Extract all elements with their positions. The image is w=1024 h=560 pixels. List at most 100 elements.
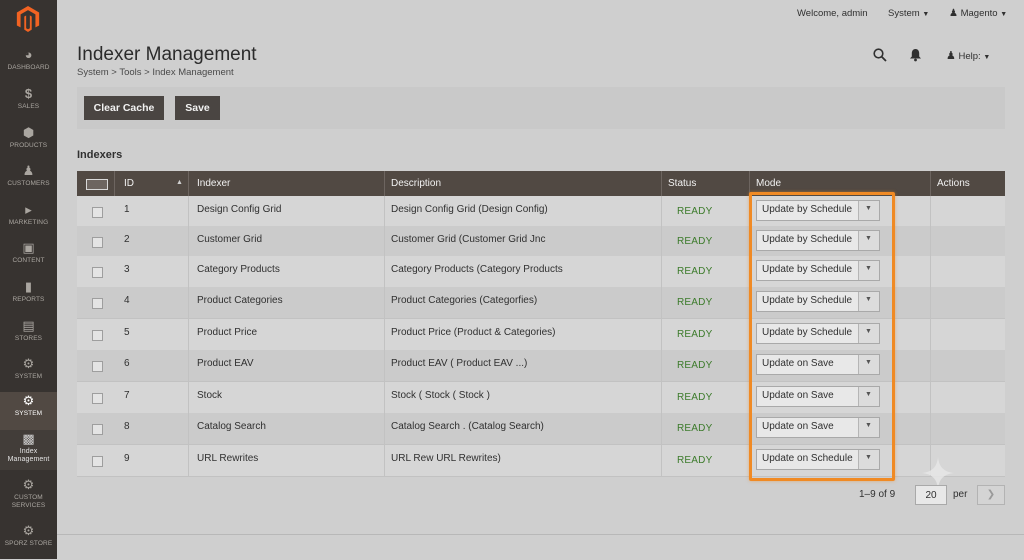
megaphone-icon: ▸ xyxy=(25,202,32,217)
row-id: 8 xyxy=(124,421,130,432)
user-menu[interactable]: ♟ Magento ▼ xyxy=(949,8,1007,19)
row-id: 2 xyxy=(124,234,130,245)
column-header-id[interactable]: ID xyxy=(124,171,134,196)
row-id: 7 xyxy=(124,390,130,401)
person-icon: ♟ xyxy=(22,163,35,178)
status-badge: READY xyxy=(677,423,713,434)
column-header-actions: Actions xyxy=(937,178,970,189)
row-checkbox[interactable] xyxy=(92,330,103,341)
mass-select-icon[interactable] xyxy=(86,179,108,190)
row-indexer: Product Price xyxy=(197,327,258,338)
next-page-button[interactable]: ❯ xyxy=(977,485,1005,505)
nav-custom-services[interactable]: ⚙ CUSTOM SERVICES xyxy=(0,476,57,516)
nav-index-management[interactable]: ▩ Index Management xyxy=(0,430,57,470)
row-description: Product EAV ( Product EAV ...) xyxy=(391,358,528,369)
status-badge: READY xyxy=(677,392,713,403)
column-header-indexer[interactable]: Indexer xyxy=(197,171,230,196)
status-badge: READY xyxy=(677,360,713,371)
index-icon: ▩ xyxy=(22,431,35,446)
per-page-input[interactable]: 20 xyxy=(915,485,947,505)
nav-content[interactable]: ▣ CONTENT xyxy=(0,239,57,277)
user-icon: ♟ xyxy=(949,8,958,19)
row-indexer: Product EAV xyxy=(197,358,254,369)
row-id: 3 xyxy=(124,264,130,275)
row-indexer: Category Products xyxy=(197,264,280,275)
row-indexer: Stock xyxy=(197,390,223,401)
nav-system-active[interactable]: ⚙ SYSTEM xyxy=(0,392,57,430)
system-menu[interactable]: System ▼ xyxy=(888,8,929,19)
row-description: URL Rew URL Rewrites) xyxy=(391,453,501,464)
dashboard-icon: ◕ xyxy=(24,47,33,62)
column-header-description[interactable]: Description xyxy=(391,171,441,196)
row-checkbox[interactable] xyxy=(92,393,103,404)
row-indexer: Customer Grid xyxy=(197,234,263,245)
save-button[interactable]: Save xyxy=(175,96,220,120)
gear-icon: ⚙ xyxy=(22,477,35,492)
row-checkbox[interactable] xyxy=(92,298,103,309)
nav-system[interactable]: ⚙ SYSTEM xyxy=(0,355,57,393)
row-checkbox[interactable] xyxy=(92,267,103,278)
bell-icon[interactable] xyxy=(909,48,922,62)
status-badge: READY xyxy=(677,329,713,340)
user-icon: ♟ xyxy=(946,50,956,62)
help-menu[interactable]: ♟ Help: ▼ xyxy=(946,49,990,62)
pager-range: 1–9 of 9 xyxy=(859,489,896,500)
nav-stores[interactable]: ▤ STORES xyxy=(0,317,57,355)
row-description: Stock ( Stock ( Stock ) xyxy=(391,390,490,401)
row-description: Customer Grid (Customer Grid Jnc xyxy=(391,234,546,245)
row-checkbox[interactable] xyxy=(92,361,103,372)
status-badge: READY xyxy=(677,236,713,247)
cube-icon: ⬢ xyxy=(22,125,35,140)
clear-cache-button[interactable]: Clear Cache xyxy=(84,96,164,120)
nav-sales[interactable]: $ SALES xyxy=(0,85,57,123)
store-icon: ▤ xyxy=(22,318,35,333)
bar-chart-icon: ▮ xyxy=(24,279,33,294)
welcome-text: Welcome, admin xyxy=(797,8,868,19)
gear-icon: ⚙ xyxy=(22,523,35,538)
status-badge: READY xyxy=(677,455,713,466)
indexers-section-title: Indexers xyxy=(77,149,123,161)
top-bar: Welcome, admin System ▼ ♟ Magento ▼ xyxy=(57,0,1024,26)
breadcrumb: System > Tools > Index Management xyxy=(77,67,234,78)
row-indexer: Catalog Search xyxy=(197,421,266,432)
chevron-down-icon: ▼ xyxy=(983,54,991,61)
nav-dashboard[interactable]: ◕ DASHBOARD xyxy=(0,46,57,84)
nav-marketing[interactable]: ▸ MARKETING xyxy=(0,201,57,239)
nav-sporz-store[interactable]: ⚙ SPORZ STORE xyxy=(0,522,57,560)
nav-products[interactable]: ⬢ PRODUCTS xyxy=(0,124,57,162)
row-id: 4 xyxy=(124,295,130,306)
chevron-right-icon: ❯ xyxy=(986,489,996,500)
row-id: 6 xyxy=(124,358,130,369)
row-checkbox[interactable] xyxy=(92,207,103,218)
sort-arrow-icon: ▲ xyxy=(176,179,183,186)
content-icon: ▣ xyxy=(22,240,35,255)
row-checkbox[interactable] xyxy=(92,456,103,467)
admin-sidebar: ◕ DASHBOARD $ SALES ⬢ PRODUCTS ♟ CUSTOME… xyxy=(0,0,57,559)
chevron-down-icon: ▼ xyxy=(1000,11,1008,18)
per-page-label: per xyxy=(953,489,968,500)
mode-column-highlight xyxy=(749,192,895,481)
row-id: 9 xyxy=(124,453,130,464)
gear-icon: ⚙ xyxy=(22,393,35,408)
row-checkbox[interactable] xyxy=(92,424,103,435)
row-description: Category Products (Category Products xyxy=(391,264,563,275)
chevron-down-icon: ▼ xyxy=(922,11,930,18)
status-badge: READY xyxy=(677,297,713,308)
row-indexer: Product Categories xyxy=(197,295,283,306)
status-badge: READY xyxy=(677,266,713,277)
row-id: 1 xyxy=(124,204,130,215)
search-icon[interactable] xyxy=(873,48,887,62)
row-indexer: Design Config Grid xyxy=(197,204,282,215)
row-checkbox[interactable] xyxy=(92,237,103,248)
row-description: Design Config Grid (Design Config) xyxy=(391,204,548,215)
row-description: Product Categories (Categorfies) xyxy=(391,295,538,306)
nav-customers[interactable]: ♟ CUSTOMERS xyxy=(0,162,57,200)
row-id: 5 xyxy=(124,327,130,338)
dollar-icon: $ xyxy=(24,86,33,101)
nav-reports[interactable]: ▮ REPORTS xyxy=(0,278,57,316)
magento-logo-icon[interactable] xyxy=(16,6,40,32)
row-indexer: URL Rewrites xyxy=(197,453,259,464)
page-title: Indexer Management xyxy=(77,44,257,65)
row-description: Catalog Search . (Catalog Search) xyxy=(391,421,544,432)
column-header-status[interactable]: Status xyxy=(668,171,696,196)
